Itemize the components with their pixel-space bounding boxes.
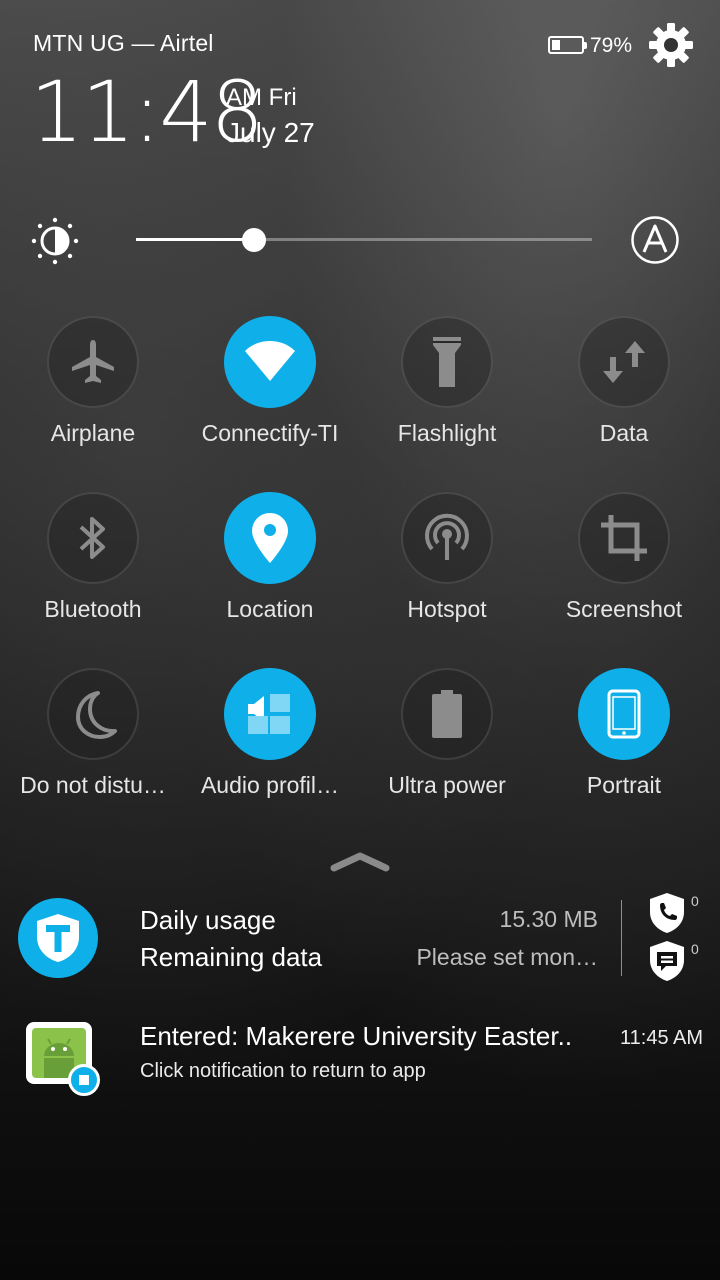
quick-tile-screenshot[interactable]: Screenshot xyxy=(544,492,704,623)
quick-tile-button[interactable] xyxy=(401,668,493,760)
quick-tile-label: Hotspot xyxy=(407,596,487,622)
geofence-notification-time: 11:45 AM xyxy=(620,1027,704,1049)
brightness-icon xyxy=(30,216,80,266)
brightness-slider-thumb[interactable] xyxy=(242,228,266,252)
wifi-icon xyxy=(243,339,297,385)
quick-tile-button[interactable] xyxy=(47,492,139,584)
bluetooth-icon xyxy=(73,513,113,563)
quick-tile-button[interactable] xyxy=(578,492,670,584)
quick-tile-location[interactable]: Location xyxy=(190,492,350,623)
security-app-icon[interactable] xyxy=(18,898,98,978)
data-arrows-icon xyxy=(599,337,649,387)
quick-tile-label: Connectify-TI xyxy=(201,420,339,446)
hotspot-icon xyxy=(421,512,473,564)
notification-badge-icon xyxy=(68,1064,100,1096)
quick-tile-button[interactable] xyxy=(578,668,670,760)
collapse-chevron-icon[interactable] xyxy=(330,848,390,876)
quick-tile-label: Airplane xyxy=(50,420,136,446)
location-pin-icon xyxy=(250,511,290,565)
airplane-icon xyxy=(68,337,118,387)
battery-icon xyxy=(548,36,587,54)
call-block-count: 0 xyxy=(691,893,699,909)
quick-tile-button[interactable] xyxy=(578,316,670,408)
quick-tile-data[interactable]: Data xyxy=(544,316,704,447)
quick-tile-bluetooth[interactable]: Bluetooth xyxy=(13,492,173,623)
crop-icon xyxy=(599,513,649,563)
quick-tile-label: Audio profil… xyxy=(200,772,340,798)
remaining-data-label[interactable]: Remaining data xyxy=(140,942,322,973)
auto-brightness-button[interactable] xyxy=(630,215,680,265)
quick-tile-ultra-power[interactable]: Ultra power xyxy=(367,668,527,799)
clock-ampm-day: AM Fri xyxy=(226,84,297,111)
quick-tile-do-not-distu[interactable]: Do not distu… xyxy=(13,668,173,799)
sms-block-count: 0 xyxy=(691,941,699,957)
quick-tile-button[interactable] xyxy=(47,316,139,408)
quick-tile-label: Do not distu… xyxy=(20,772,166,798)
quick-tile-button[interactable] xyxy=(401,492,493,584)
quick-tile-label: Screenshot xyxy=(565,596,683,622)
quick-tile-button[interactable] xyxy=(401,316,493,408)
quick-tile-portrait[interactable]: Portrait xyxy=(544,668,704,799)
quick-tile-audio-profil[interactable]: Audio profil… xyxy=(190,668,350,799)
audio-profile-icon xyxy=(246,692,294,736)
phone-portrait-icon xyxy=(607,689,641,739)
carrier-label: MTN UG — Airtel xyxy=(33,30,214,56)
auto-brightness-icon xyxy=(631,216,679,264)
geofence-notification-subtitle[interactable]: Click notification to return to app xyxy=(140,1060,426,1083)
clock-date[interactable]: July 27 xyxy=(226,117,315,149)
quick-tile-label: Bluetooth xyxy=(44,596,142,622)
sms-block-shield-icon[interactable] xyxy=(648,940,686,982)
notification-divider xyxy=(621,900,622,976)
brightness-slider-fill xyxy=(136,238,245,241)
flashlight-icon xyxy=(427,335,467,389)
call-block-shield-icon[interactable] xyxy=(648,892,686,934)
geofence-notification-title[interactable]: Entered: Makerere University Easter.. xyxy=(140,1021,572,1052)
battery-percent: 79% xyxy=(590,34,633,57)
quick-tile-label: Ultra power xyxy=(388,772,506,798)
quick-tile-connectify-ti[interactable]: Connectify-TI xyxy=(190,316,350,447)
moon-icon xyxy=(68,689,118,739)
quick-tile-hotspot[interactable]: Hotspot xyxy=(367,492,527,623)
quick-tile-button[interactable] xyxy=(224,668,316,760)
quick-tile-label: Flashlight xyxy=(397,420,497,446)
battery-icon xyxy=(430,689,464,739)
quick-tile-label: Location xyxy=(226,596,314,622)
daily-usage-value: 15.30 MB xyxy=(499,906,598,932)
quick-tile-airplane[interactable]: Airplane xyxy=(13,316,173,447)
daily-usage-label[interactable]: Daily usage xyxy=(140,905,276,936)
quick-tile-button[interactable] xyxy=(224,316,316,408)
quick-tile-label: Portrait xyxy=(586,772,662,798)
quick-tile-flashlight[interactable]: Flashlight xyxy=(367,316,527,447)
settings-button[interactable] xyxy=(648,22,694,68)
quick-tile-button[interactable] xyxy=(224,492,316,584)
quick-tile-label: Data xyxy=(599,420,649,446)
gear-icon xyxy=(649,23,693,67)
remaining-data-value: Please set mon… xyxy=(416,944,598,970)
quick-tile-button[interactable] xyxy=(47,668,139,760)
